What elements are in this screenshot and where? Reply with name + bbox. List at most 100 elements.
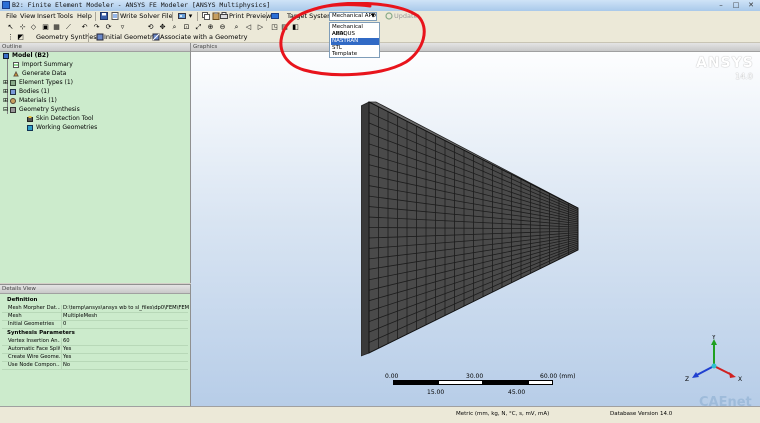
details-value[interactable]: MultipleMesh bbox=[61, 313, 189, 320]
outline-panel: Outline Model (B2) Import Summary Genera… bbox=[0, 43, 191, 283]
tree-item-element-types[interactable]: ⊞ Element Types (1) bbox=[3, 79, 73, 87]
save-icon[interactable] bbox=[99, 12, 108, 20]
associate-geometry-button[interactable]: Associate with a Geometry bbox=[160, 33, 248, 42]
menu-tools[interactable]: Tools bbox=[57, 12, 73, 21]
menu-insert[interactable]: Insert bbox=[37, 12, 56, 21]
target-system-select[interactable]: Mechanical APD ▼ bbox=[329, 12, 377, 21]
face-select-icon[interactable]: ▣ bbox=[41, 23, 50, 31]
graphics-title: Graphics bbox=[193, 44, 218, 50]
geometry-icon[interactable]: ◩ bbox=[16, 33, 25, 41]
details-value[interactable]: Yes bbox=[61, 346, 189, 353]
scale-label: 60.00 (mm) bbox=[540, 373, 576, 380]
tree-root[interactable]: Model (B2) bbox=[3, 52, 49, 60]
update-icon[interactable] bbox=[384, 12, 393, 20]
scale-segment bbox=[528, 380, 553, 385]
display-icon[interactable]: ◧ bbox=[291, 23, 300, 31]
details-key: Automatic Face Split bbox=[8, 346, 60, 352]
write-solver-file-button[interactable]: Write Solver File bbox=[120, 12, 173, 21]
graphics-header: Graphics bbox=[191, 43, 760, 52]
details-value[interactable]: No bbox=[61, 362, 189, 369]
screenshot-icon[interactable] bbox=[270, 12, 279, 20]
collapse-icon[interactable]: ⊟ bbox=[3, 106, 8, 113]
magnifier-icon[interactable]: ⊕ bbox=[206, 23, 215, 31]
zoom-icon[interactable]: ⌕ bbox=[170, 23, 179, 31]
select-icon[interactable]: ↖ bbox=[6, 23, 15, 31]
details-value[interactable]: Yes bbox=[61, 354, 189, 361]
previous-view-icon[interactable]: ◁ bbox=[244, 23, 253, 31]
menu-help[interactable]: Help bbox=[77, 12, 92, 21]
update-button[interactable]: Update bbox=[394, 12, 418, 21]
skin-detection-icon bbox=[27, 115, 33, 122]
details-key: Mesh bbox=[8, 313, 22, 319]
image-icon[interactable] bbox=[177, 12, 186, 20]
details-row[interactable]: Automatic Face Split Yes bbox=[2, 346, 188, 354]
details-section-synthesis[interactable]: Synthesis Parameters bbox=[2, 330, 188, 337]
zoom-box-icon[interactable]: ⊡ bbox=[182, 23, 191, 31]
units-status[interactable]: Metric (mm, kg, N, °C, s, mV, mA) bbox=[456, 410, 549, 418]
menu-file[interactable]: File bbox=[6, 12, 17, 21]
initial-geometry-button[interactable]: Initial Geometry bbox=[104, 33, 156, 42]
minimize-button[interactable]: – bbox=[714, 1, 728, 10]
geometry-synthesis-button[interactable]: Geometry Synthesis bbox=[36, 33, 102, 42]
details-row[interactable]: Vertex Insertion An... 60 bbox=[2, 338, 188, 346]
node-select-icon[interactable]: ⊹ bbox=[18, 23, 27, 31]
tree-item-skin-detection[interactable]: Skin Detection Tool bbox=[27, 115, 93, 123]
edge-select-icon[interactable]: ⟋ bbox=[64, 23, 73, 31]
copy-icon[interactable] bbox=[201, 12, 210, 20]
scale-segment bbox=[393, 380, 438, 385]
expand-icon[interactable]: ⊞ bbox=[3, 97, 8, 104]
database-version: Database Version 14.0 bbox=[610, 411, 673, 417]
dropdown-option-mechanical-apdl[interactable]: Mechanical APDL bbox=[331, 24, 379, 37]
details-row[interactable]: Use Node Compon... No bbox=[2, 362, 188, 370]
expand-icon[interactable]: ⊞ bbox=[3, 79, 8, 86]
details-row[interactable]: Mesh MultipleMesh bbox=[2, 313, 188, 321]
menu-view[interactable]: View bbox=[20, 12, 35, 21]
filter-icon[interactable]: ▿ bbox=[118, 23, 127, 31]
wireframe-icon[interactable]: ◳ bbox=[270, 23, 279, 31]
magnifier-minus-icon[interactable]: ⊖ bbox=[218, 23, 227, 31]
mesh-display-icon[interactable]: ▤ bbox=[280, 23, 289, 31]
close-button[interactable]: ✕ bbox=[744, 1, 758, 10]
dropdown-option-template[interactable]: Template bbox=[331, 51, 379, 58]
refresh-icon[interactable]: ⟳ bbox=[104, 23, 113, 31]
tree-item-materials[interactable]: ⊞ Materials (1) bbox=[3, 97, 57, 105]
mesh-model[interactable] bbox=[361, 98, 586, 358]
graphics-viewport[interactable]: Graphics ANSYS 14.0 0.00 30.00 60.00 (mm… bbox=[191, 43, 760, 406]
undo-icon[interactable]: ↶ bbox=[80, 23, 89, 31]
chevron-down-icon[interactable]: ▾ bbox=[186, 12, 195, 20]
dropdown-option-abaqus[interactable]: ABAQUS bbox=[331, 31, 379, 38]
details-section-definition[interactable]: Definition bbox=[2, 297, 188, 304]
redo-icon[interactable]: ↷ bbox=[92, 23, 101, 31]
mesh-side-face bbox=[361, 101, 370, 357]
target-system-dropdown: Mechanical APDL ABAQUS NASTRAN STL Templ… bbox=[329, 22, 380, 58]
scale-ruler: 0.00 30.00 60.00 (mm) bbox=[375, 371, 575, 391]
details-value[interactable]: 60 bbox=[61, 338, 189, 345]
print-preview-icon[interactable] bbox=[219, 12, 228, 20]
rotate-icon[interactable]: ⟲ bbox=[146, 23, 155, 31]
tree-item-geometry-synthesis[interactable]: ⊟ Geometry Synthesis bbox=[3, 106, 80, 114]
pan-icon[interactable]: ✥ bbox=[158, 23, 167, 31]
tree-item-import-summary[interactable]: Import Summary bbox=[13, 61, 73, 69]
details-row[interactable]: Initial Geometries 0 bbox=[2, 321, 188, 329]
maximize-button[interactable]: □ bbox=[729, 1, 743, 10]
body-select-icon[interactable]: ▦ bbox=[52, 23, 61, 31]
initial-geometry-icon[interactable] bbox=[95, 33, 104, 41]
print-preview-button[interactable]: Print Preview bbox=[229, 12, 271, 21]
details-row[interactable]: Create Wire Geome... Yes bbox=[2, 354, 188, 362]
expand-icon[interactable]: ⊞ bbox=[3, 88, 8, 95]
dropdown-option-nastran[interactable]: NASTRAN bbox=[331, 38, 379, 45]
element-select-icon[interactable]: ◇ bbox=[29, 23, 38, 31]
write-solver-file-icon[interactable] bbox=[110, 12, 119, 20]
details-value[interactable]: D:\temp\ansys\ansys wb to sl_files\dp0\F… bbox=[61, 305, 189, 312]
details-value[interactable]: 0 bbox=[61, 321, 189, 328]
details-row[interactable]: Mesh Morpher Dat... D:\temp\ansys\ansys … bbox=[2, 305, 189, 313]
next-view-icon[interactable]: ▷ bbox=[256, 23, 265, 31]
tree-item-bodies[interactable]: ⊞ Bodies (1) bbox=[3, 88, 49, 96]
grip-icon: ⋮ bbox=[7, 33, 14, 41]
tree-item-working-geometries[interactable]: Working Geometries bbox=[27, 124, 97, 132]
search-icon[interactable]: ⌕ bbox=[232, 23, 241, 31]
associate-icon[interactable] bbox=[151, 33, 160, 41]
tree-item-label: Import Summary bbox=[22, 61, 73, 68]
fit-icon[interactable]: ⤢ bbox=[194, 23, 203, 31]
tree-item-generate-data[interactable]: Generate Data bbox=[13, 70, 66, 78]
